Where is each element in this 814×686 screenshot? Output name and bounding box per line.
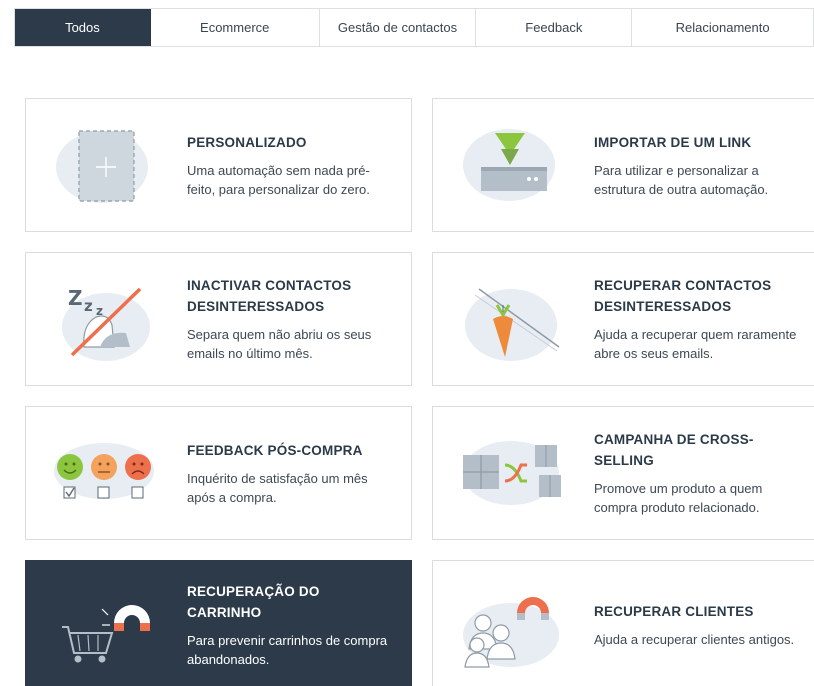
template-card-recuperar-clientes[interactable]: RECUPERAR CLIENTES Ajuda a recuperar cli…: [432, 560, 814, 686]
card-title: RECUPERAÇÃO DO CARRINHO: [187, 584, 320, 620]
card-title: CAMPANHA DE CROSS-SELLING: [594, 432, 754, 468]
import-link-icon: [461, 121, 561, 211]
card-description: Ajuda a recuperar clientes antigos.: [594, 632, 795, 647]
card-description: Inquérito de satisfação um mês após a co…: [187, 470, 368, 505]
template-card-recuperacao-carrinho[interactable]: RECUPERAÇÃO DO CARRINHO Para prevenir ca…: [25, 560, 412, 686]
tab-gestao-contactos[interactable]: Gestão de contactos: [319, 9, 477, 46]
svg-text:Z: Z: [68, 286, 83, 310]
category-tabs: Todos Ecommerce Gestão de contactos Feed…: [14, 8, 814, 47]
carrot-on-stick-icon: [461, 275, 561, 365]
template-card-cross-selling[interactable]: CAMPANHA DE CROSS-SELLING Promove um pro…: [432, 406, 814, 540]
card-title: INACTIVAR CONTACTOS DESINTERESSADOS: [187, 278, 352, 314]
card-title: RECUPERAR CONTACTOS DESINTERESSADOS: [594, 278, 772, 314]
tab-relacionamento[interactable]: Relacionamento: [632, 9, 814, 46]
satisfaction-faces-icon: [54, 429, 154, 519]
template-card-recuperar-contactos[interactable]: RECUPERAR CONTACTOS DESINTERESSADOS Ajud…: [432, 252, 814, 386]
card-title: IMPORTAR DE UM LINK: [594, 134, 752, 150]
card-description: Promove um produto a quem compra produto…: [594, 481, 763, 515]
customers-magnet-icon: [461, 583, 561, 673]
tab-ecommerce[interactable]: Ecommerce: [150, 9, 320, 46]
card-title: FEEDBACK PÓS-COMPRA: [187, 442, 363, 458]
tab-feedback[interactable]: Feedback: [476, 9, 633, 46]
card-title: RECUPERAR CLIENTES: [594, 604, 754, 619]
card-description: Para utilizar e personalizar a estrutura…: [594, 162, 769, 197]
tab-todos[interactable]: Todos: [15, 9, 151, 46]
template-card-inactivar-contactos[interactable]: Z z z INACTIVAR CONTACTOS DESINTERESSADO…: [25, 252, 412, 386]
card-description: Uma automação sem nada pré-feito, para p…: [187, 162, 370, 197]
card-title: PERSONALIZADO: [187, 134, 307, 150]
cart-magnet-icon: [54, 583, 154, 673]
template-card-feedback-pos-compra[interactable]: FEEDBACK PÓS-COMPRA Inquérito de satisfa…: [25, 406, 412, 540]
card-description: Para prevenir carrinhos de compra abando…: [187, 633, 388, 667]
card-description: Ajuda a recuperar quem raramente abre os…: [594, 327, 797, 361]
cross-selling-icon: [461, 429, 561, 519]
sleeping-contact-icon: Z z z: [54, 275, 154, 365]
svg-text:z: z: [84, 297, 93, 315]
blank-canvas-icon: [54, 121, 154, 211]
card-description: Separa quem não abriu os seus emails no …: [187, 327, 372, 361]
template-card-personalizado[interactable]: PERSONALIZADO Uma automação sem nada pré…: [25, 98, 412, 232]
template-card-importar-link[interactable]: IMPORTAR DE UM LINK Para utilizar e pers…: [432, 98, 814, 232]
